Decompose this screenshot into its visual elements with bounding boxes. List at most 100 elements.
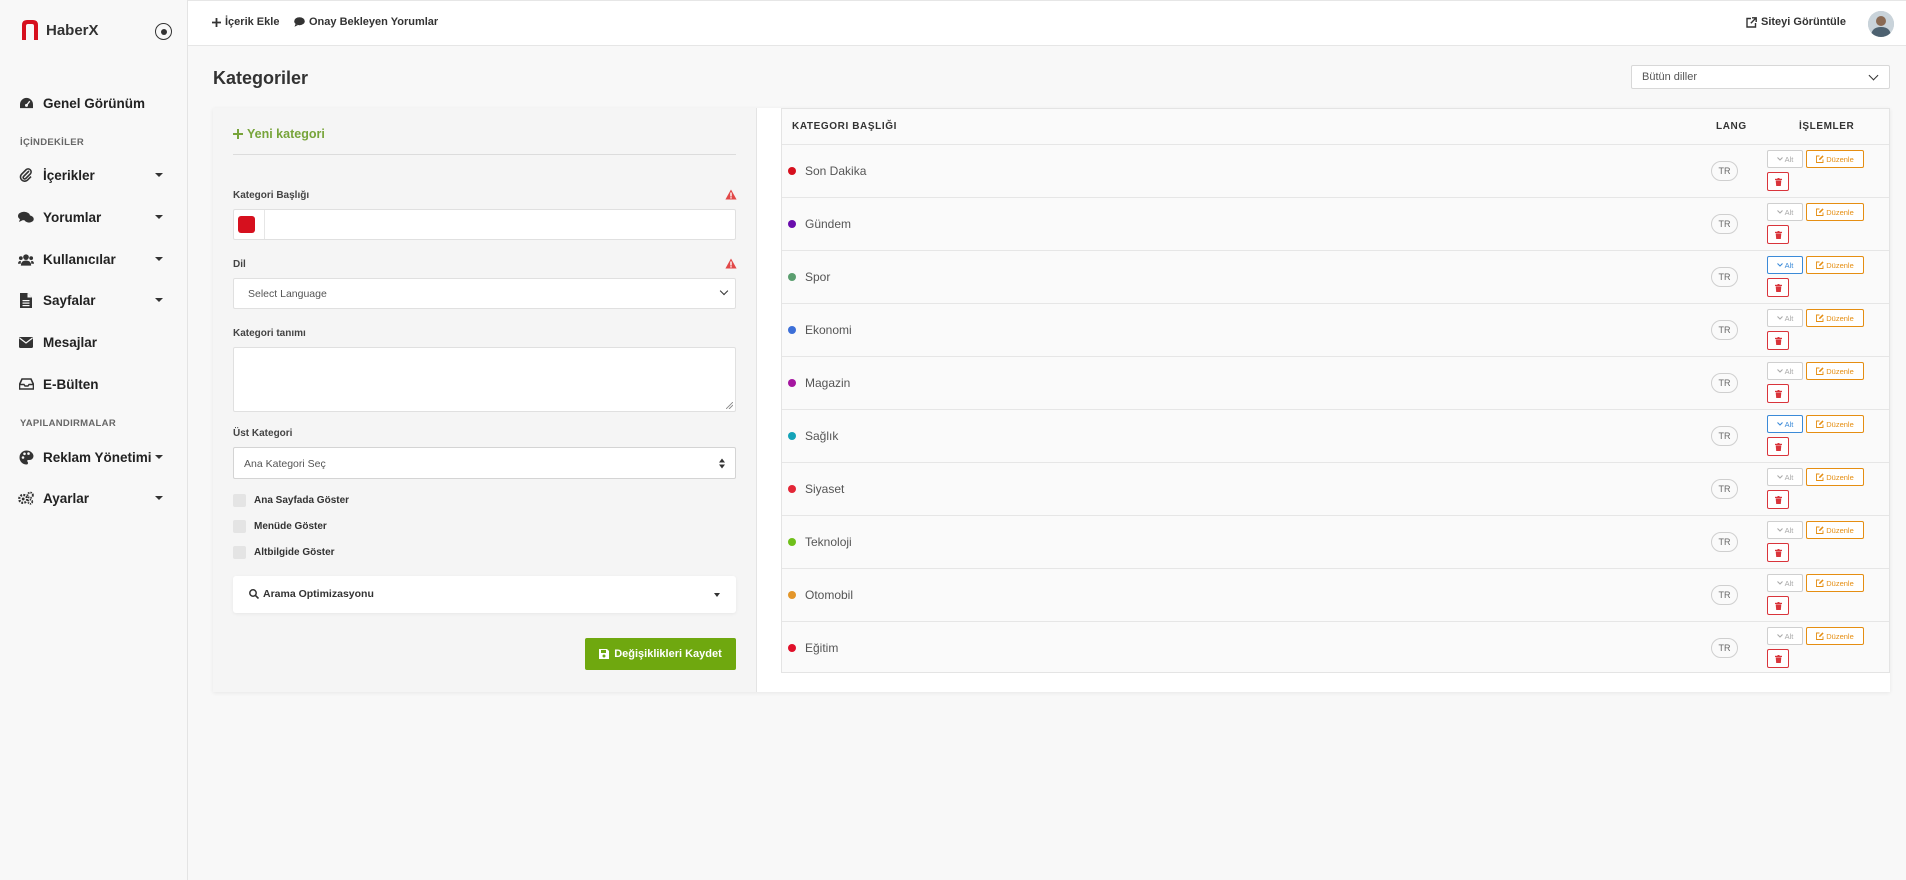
sub-category-button[interactable]: Alt — [1767, 256, 1803, 274]
checkbox[interactable] — [233, 520, 246, 533]
sidebar-item-settings[interactable]: Ayarlar — [18, 486, 163, 510]
view-site-label: Siteyi Görüntüle — [1761, 16, 1846, 28]
table-row: Siyaset TR Alt Düzenle — [782, 462, 1889, 515]
language-select[interactable]: Select Language — [233, 278, 736, 309]
sidebar-toggle-icon[interactable] — [155, 23, 172, 40]
category-title: Magazin — [805, 376, 851, 390]
sidebar-item-label: Ayarlar — [43, 490, 90, 506]
category-title: Otomobil — [805, 588, 854, 602]
edit-button[interactable]: Düzenle — [1806, 627, 1864, 645]
edit-button[interactable]: Düzenle — [1806, 521, 1864, 539]
user-avatar[interactable] — [1868, 11, 1894, 37]
brand[interactable]: HaberX — [20, 18, 99, 42]
sub-category-button[interactable]: Alt — [1767, 362, 1803, 380]
sub-category-button[interactable]: Alt — [1767, 521, 1803, 539]
delete-button[interactable] — [1767, 384, 1789, 403]
sidebar-item-ads[interactable]: Reklam Yönetimi — [18, 445, 163, 469]
category-description-textarea[interactable] — [233, 347, 736, 412]
show-menu-label: Menüde Göster — [254, 521, 327, 532]
table-row: Sağlık TR Alt Düzenle — [782, 409, 1889, 462]
parent-category-select[interactable]: Ana Kategori Seç — [233, 447, 736, 479]
delete-button[interactable] — [1767, 596, 1789, 615]
delete-button[interactable] — [1767, 172, 1789, 191]
category-description-label: Kategori tanımı — [233, 328, 306, 339]
category-title: Eğitim — [805, 641, 839, 655]
sub-category-label: Alt — [1784, 207, 1794, 217]
language-badge: TR — [1711, 214, 1738, 234]
edit-button[interactable]: Düzenle — [1806, 203, 1864, 221]
sidebar-item-contents[interactable]: İçerikler — [18, 163, 163, 187]
show-footer-checkbox[interactable]: Altbilgide Göster — [233, 546, 335, 559]
sub-category-button[interactable]: Alt — [1767, 203, 1803, 221]
table-row: Gündem TR Alt Düzenle — [782, 197, 1889, 250]
chevron-down-icon — [155, 455, 163, 459]
show-home-checkbox[interactable]: Ana Sayfada Göster — [233, 494, 349, 507]
sidebar-item-label: Reklam Yönetimi — [43, 449, 152, 465]
delete-button[interactable] — [1767, 225, 1789, 244]
add-content-link[interactable]: İçerik Ekle — [212, 16, 279, 28]
resize-handle-icon[interactable] — [726, 402, 733, 409]
edit-button[interactable]: Düzenle — [1806, 362, 1864, 380]
chevron-down-icon — [155, 496, 163, 500]
checkbox[interactable] — [233, 494, 246, 507]
checkbox[interactable] — [233, 546, 246, 559]
chevron-down-icon — [1776, 634, 1783, 638]
category-title-input[interactable] — [233, 209, 736, 240]
sub-category-button[interactable]: Alt — [1767, 574, 1803, 592]
edit-button[interactable]: Düzenle — [1806, 468, 1864, 486]
pending-comments-link[interactable]: Onay Bekleyen Yorumlar — [294, 16, 438, 28]
chevron-down-icon — [1776, 263, 1783, 267]
column-header-actions: İŞLEMLER — [1799, 121, 1855, 132]
seo-accordion[interactable]: Arama Optimizasyonu — [233, 576, 736, 613]
trash-icon — [1774, 177, 1782, 186]
edit-button[interactable]: Düzenle — [1806, 150, 1864, 168]
edit-button[interactable]: Düzenle — [1806, 574, 1864, 592]
sub-category-button[interactable]: Alt — [1767, 627, 1803, 645]
edit-button[interactable]: Düzenle — [1806, 256, 1864, 274]
sidebar-item-users[interactable]: Kullanıcılar — [18, 247, 163, 271]
comments-icon — [18, 209, 34, 225]
language-filter-select[interactable]: Bütün diller — [1631, 65, 1890, 89]
save-changes-button[interactable]: Değişiklikleri Kaydet — [585, 638, 736, 670]
delete-button[interactable] — [1767, 649, 1789, 668]
category-color-picker[interactable] — [238, 216, 255, 233]
language-badge: TR — [1711, 161, 1738, 181]
sidebar-item-newsletter[interactable]: E-Bülten — [18, 372, 163, 396]
palette-icon — [18, 449, 34, 465]
edit-label: Düzenle — [1826, 366, 1854, 376]
trash-icon — [1774, 336, 1782, 345]
delete-button[interactable] — [1767, 331, 1789, 350]
comment-icon — [294, 17, 305, 27]
delete-button[interactable] — [1767, 490, 1789, 509]
sub-category-button[interactable]: Alt — [1767, 309, 1803, 327]
sidebar-item-pages[interactable]: Sayfalar — [18, 288, 163, 312]
chevron-down-icon — [719, 286, 729, 296]
sub-category-button[interactable]: Alt — [1767, 415, 1803, 433]
view-site-link[interactable]: Siteyi Görüntüle — [1746, 16, 1846, 28]
sub-category-button[interactable]: Alt — [1767, 150, 1803, 168]
category-color-dot — [788, 432, 796, 440]
delete-button[interactable] — [1767, 278, 1789, 297]
table-row: Magazin TR Alt Düzenle — [782, 356, 1889, 409]
edit-label: Düzenle — [1826, 525, 1854, 535]
edit-button[interactable]: Düzenle — [1806, 415, 1864, 433]
column-header-title: KATEGORI BAŞLIĞI — [792, 121, 897, 132]
category-color-dot — [788, 273, 796, 281]
category-title: Spor — [805, 270, 831, 284]
users-icon — [18, 251, 34, 267]
delete-button[interactable] — [1767, 437, 1789, 456]
show-menu-checkbox[interactable]: Menüde Göster — [233, 520, 327, 533]
new-category-heading[interactable]: Yeni kategori — [233, 127, 325, 141]
chevron-down-icon — [1776, 316, 1783, 320]
save-changes-label: Değişiklikleri Kaydet — [614, 648, 722, 660]
sub-category-button[interactable]: Alt — [1767, 468, 1803, 486]
brand-logo-icon — [22, 20, 38, 40]
sidebar-item-overview[interactable]: Genel Görünüm — [18, 91, 163, 115]
edit-label: Düzenle — [1826, 207, 1854, 217]
category-title: Teknoloji — [805, 535, 852, 549]
chevron-down-icon — [1776, 528, 1783, 532]
sidebar-item-messages[interactable]: Mesajlar — [18, 330, 163, 354]
edit-button[interactable]: Düzenle — [1806, 309, 1864, 327]
sidebar-item-comments[interactable]: Yorumlar — [18, 205, 163, 229]
delete-button[interactable] — [1767, 543, 1789, 562]
